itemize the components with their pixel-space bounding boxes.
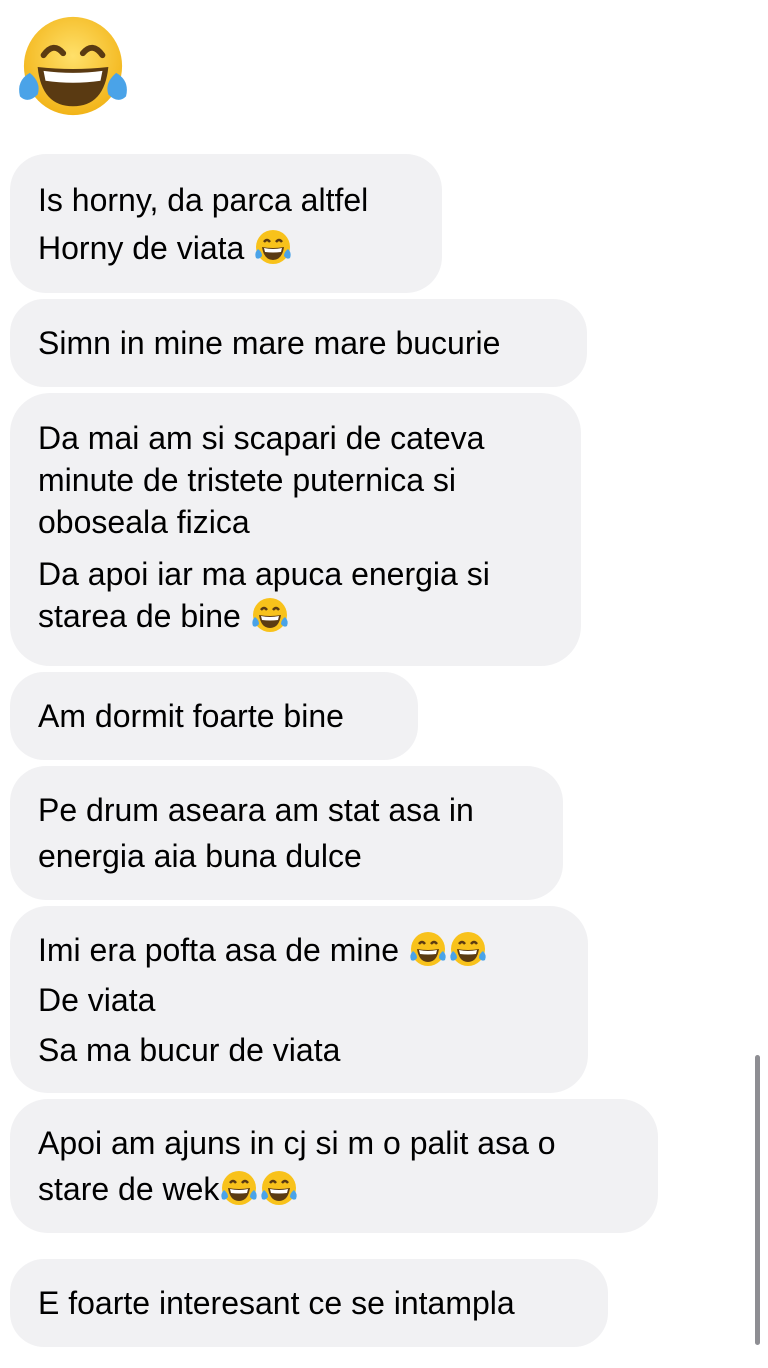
message-line-with-emoji: starea de bine [38, 592, 551, 636]
message-bubble[interactable]: Simn in mine mare mare bucurie [10, 299, 587, 387]
face-with-tears-of-joy-icon [250, 595, 290, 635]
scrollbar[interactable] [755, 1055, 760, 1345]
message-bubble[interactable]: Is horny, da parca altfel Horny de viata [10, 154, 442, 293]
message-line: Sa ma bucur de viata [38, 1032, 341, 1068]
message-line: Pe drum aseara am stat asa in [38, 792, 474, 828]
message-line: Da apoi iar ma apuca energia si [38, 556, 490, 592]
message-line: Is horny, da parca altfel [38, 182, 369, 218]
message-line: minute de tristete puternica si [38, 462, 456, 498]
message-bubble[interactable]: Imi era pofta asa de mine De viata Sa ma… [10, 906, 588, 1093]
laughing-emoji-icon [14, 12, 132, 120]
message-line: E foarte interesant ce se intampla [38, 1285, 515, 1321]
message-line-text: starea de bine [38, 598, 241, 634]
message-line: De viata [38, 982, 156, 1018]
message-bubble[interactable]: E foarte interesant ce se intampla [10, 1259, 608, 1347]
message-line-text: stare de wek [38, 1171, 220, 1207]
message-line: oboseala fizica [38, 504, 250, 540]
message-line-text: Imi era pofta asa de mine [38, 932, 400, 968]
message-bubble[interactable]: Apoi am ajuns in cj si m o palit asa o s… [10, 1099, 658, 1233]
message-line: energia aia buna dulce [38, 838, 362, 874]
message-line: Apoi am ajuns in cj si m o palit asa o [38, 1125, 556, 1161]
message-line-with-emoji: stare de wek [38, 1165, 628, 1213]
message-line-with-emoji: Horny de viata [38, 224, 412, 272]
message-line-text: Horny de viata [38, 230, 245, 266]
message-line-with-emoji: Imi era pofta asa de mine [38, 926, 558, 976]
face-with-tears-of-joy-icon [219, 1168, 259, 1208]
message-bubble[interactable]: Pe drum aseara am stat asa in energia ai… [10, 766, 563, 900]
face-with-tears-of-joy-icon [253, 227, 293, 267]
face-with-tears-of-joy-icon [259, 1168, 299, 1208]
message-bubble[interactable]: Am dormit foarte bine [10, 672, 418, 760]
message-line: Da mai am si scapari de cateva [38, 420, 485, 456]
face-with-tears-of-joy-icon [408, 929, 448, 969]
message-line: Am dormit foarte bine [38, 698, 344, 734]
message-line: Simn in mine mare mare bucurie [38, 325, 501, 361]
message-bubble[interactable]: Da mai am si scapari de cateva minute de… [10, 393, 581, 666]
face-with-tears-of-joy-icon [448, 929, 488, 969]
